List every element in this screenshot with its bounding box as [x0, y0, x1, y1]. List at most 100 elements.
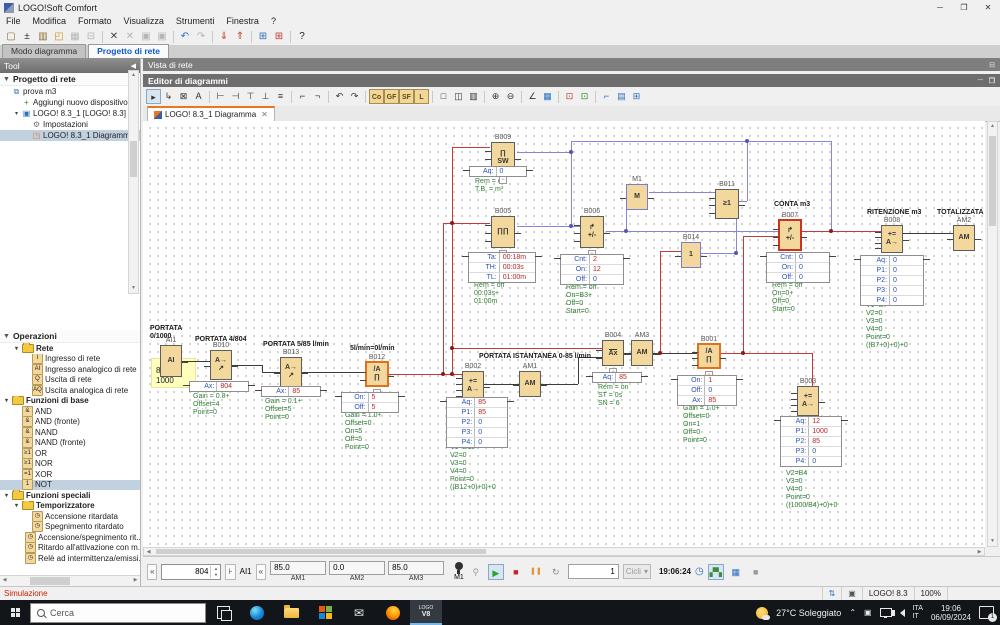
wire-red[interactable]	[721, 353, 812, 354]
operations-tree-item[interactable]: &NAND	[0, 427, 140, 438]
toolbar-button-✕[interactable]: ✕	[106, 29, 122, 44]
wire-blue[interactable]	[517, 152, 571, 153]
toolbar-button-↶[interactable]: ↶	[332, 89, 347, 104]
project-tree-item[interactable]: +Aggiungi nuovo dispositivo	[0, 97, 140, 108]
toolbar-button-⊡[interactable]: ⊡	[562, 89, 577, 104]
wire-red[interactable]	[798, 231, 881, 232]
project-tree-item[interactable]: ⧉prova m3	[0, 86, 140, 97]
toolbar-button-GF[interactable]: GF	[384, 89, 399, 104]
parameter-box[interactable]: Aq:85P1:85P2:0P3:0P4:0	[446, 397, 508, 448]
parameter-box[interactable]: Aq:0P1:0P2:0P3:0P4:0	[860, 255, 924, 306]
weather-text[interactable]: 27°C Soleggiato	[776, 608, 841, 618]
wire-black[interactable]	[578, 357, 579, 384]
toolbar-button-▥[interactable]: ▥	[35, 29, 51, 44]
toolbar-button-▦[interactable]: ▦	[540, 89, 555, 104]
parameter-box[interactable]: On:5Off:5	[341, 392, 399, 413]
notification-center-icon[interactable]: 1	[979, 606, 994, 619]
wire-blue[interactable]	[831, 141, 832, 231]
operations-tree-item[interactable]: ◷Ritardo all'attivazione con m...	[0, 543, 140, 554]
operations-tree-item[interactable]: &NAND (fronte)	[0, 438, 140, 449]
toolbar-button-▣[interactable]: ▣	[138, 29, 154, 44]
tree-expander-icon[interactable]: ▾	[3, 397, 10, 404]
block-B007[interactable]: B007↱+/-	[778, 219, 802, 251]
network-sim-toggle[interactable]: ▞▚	[708, 564, 724, 580]
toolbar-button-⊟[interactable]: ⊟	[83, 29, 99, 44]
project-tree-item[interactable]: ⚙Impostazioni	[0, 119, 140, 130]
operations-tree-item[interactable]: IIngresso di rete	[0, 354, 140, 365]
toolbar-button-±[interactable]: ±	[19, 29, 35, 44]
wire-red[interactable]	[452, 348, 602, 349]
toolbar-button-▸[interactable]: ▸	[146, 89, 161, 104]
taskbar-search[interactable]: Cerca	[30, 603, 206, 623]
project-tree-item[interactable]: ▾▣LOGO! 8.3_1 [LOGO! 8.3]	[0, 108, 140, 119]
project-tree-item[interactable]: ◳LOGO! 8.3_1 Diagramma	[0, 130, 140, 141]
diagram-label[interactable]: RITENZIONE m3	[867, 209, 921, 216]
operations-scrollbar[interactable]: ▲ ▼	[128, 70, 139, 294]
toolbar-button-≡[interactable]: ≡	[273, 89, 288, 104]
toolbar-button-⊤[interactable]: ⊤	[243, 89, 258, 104]
firefox-icon[interactable]	[376, 600, 410, 625]
mail-icon[interactable]: ✉	[342, 600, 376, 625]
toolbar-button-↷[interactable]: ↷	[193, 29, 209, 44]
canvas-vertical-scrollbar[interactable]: ▲ ▼	[987, 121, 998, 547]
diagram-label[interactable]: PORTATA	[150, 325, 182, 332]
panel-minimize-icon[interactable]: ─	[978, 77, 983, 85]
wire-blue[interactable]	[649, 192, 715, 193]
tree-expander-icon[interactable]: ▾	[3, 492, 10, 499]
toolbar-button-▤[interactable]: ▤	[614, 89, 629, 104]
toolbar-button-⊠[interactable]: ⊠	[176, 89, 191, 104]
language-indicator[interactable]: ITAIT	[913, 605, 923, 621]
wire-red[interactable]	[452, 147, 490, 148]
tree-expander-icon[interactable]: ▾	[13, 502, 20, 509]
toolbar-button-▣[interactable]: ▣	[154, 29, 170, 44]
toolbar-button-⊖[interactable]: ⊖	[503, 89, 518, 104]
edge-icon[interactable]	[240, 600, 274, 625]
operations-tree-item[interactable]: =1XOR	[0, 469, 140, 480]
operations-section-header[interactable]: ▼ Operazioni	[0, 330, 140, 343]
toolbar-button-↶[interactable]: ↶	[177, 29, 193, 44]
wire-blue[interactable]	[606, 231, 778, 232]
operations-tree-item[interactable]: ◷Accensione/spegnimento rit...	[0, 532, 140, 543]
block-B012[interactable]: B012/A∏	[365, 361, 389, 387]
diagram-label[interactable]: PORTATA ISTANTANEA 0-85 l/min	[479, 353, 591, 360]
speaker-icon[interactable]	[900, 609, 905, 617]
wire-red[interactable]	[660, 251, 682, 252]
operations-tree-item[interactable]: ≥1NOR	[0, 459, 140, 470]
toolbar-button-□[interactable]: □	[436, 89, 451, 104]
previous-inputs-button[interactable]: «	[147, 564, 157, 580]
wire-black[interactable]	[262, 365, 263, 372]
wire-black[interactable]	[903, 233, 953, 234]
logo-soft-comfort-taskbar-button[interactable]: LOGO V8	[410, 600, 442, 625]
toolbar-button-⊞[interactable]: ⊞	[255, 29, 271, 44]
toolbar-button-↷[interactable]: ↷	[347, 89, 362, 104]
operations-tree-item[interactable]: AIIngresso analogico di rete	[0, 364, 140, 375]
parameter-box[interactable]: On:1Off:0Ax:85	[677, 375, 737, 406]
block-AI1[interactable]: AI1AI	[160, 345, 182, 377]
slider-toggle-button[interactable]: ⊦	[225, 564, 235, 580]
simulation-stop-button[interactable]: ■	[508, 564, 524, 580]
toolbar-button-⇑[interactable]: ⇑	[232, 29, 248, 44]
cycles-unit-dropdown[interactable]: Cicli▾	[623, 564, 651, 579]
operations-tree-item[interactable]: ▾Rete	[0, 343, 140, 354]
toolbar-button-A[interactable]: A	[191, 89, 206, 104]
wire-blue[interactable]	[747, 141, 748, 201]
parameter-box[interactable]: Ax:804	[189, 381, 249, 392]
panel-restore-icon[interactable]: ❐	[989, 77, 995, 85]
simulation-pause-button[interactable]: ❚❚	[528, 564, 544, 580]
toolbar-button-▢[interactable]: ▢	[3, 29, 19, 44]
menu-formato[interactable]: Formato	[72, 15, 118, 28]
wire-blue[interactable]	[571, 141, 831, 142]
operations-tree-item[interactable]: ◷Spegnimento ritardato	[0, 522, 140, 533]
diagram-canvas[interactable]: 8041000AI1AIB010A→↗−B013A→↗−B012/A∏−B002…	[143, 121, 985, 547]
wire-red[interactable]	[452, 147, 453, 374]
parameter-box[interactable]: Ax:85	[261, 386, 321, 397]
operations-tree-item[interactable]: &AND	[0, 406, 140, 417]
toolbar-button-∠[interactable]: ∠	[525, 89, 540, 104]
menu-visualizza[interactable]: Visualizza	[118, 15, 170, 28]
toolbar-button-?[interactable]: ?	[294, 29, 310, 44]
operations-tree-item[interactable]: &AND (fronte)	[0, 417, 140, 428]
taskbar-clock[interactable]: 19:0606/09/2024	[931, 604, 971, 622]
close-button[interactable]: ✕	[976, 3, 1000, 12]
mode-tab-modo-diagramma[interactable]: Modo diagramma	[2, 44, 86, 58]
block-B001[interactable]: B001/A∏	[697, 343, 721, 369]
